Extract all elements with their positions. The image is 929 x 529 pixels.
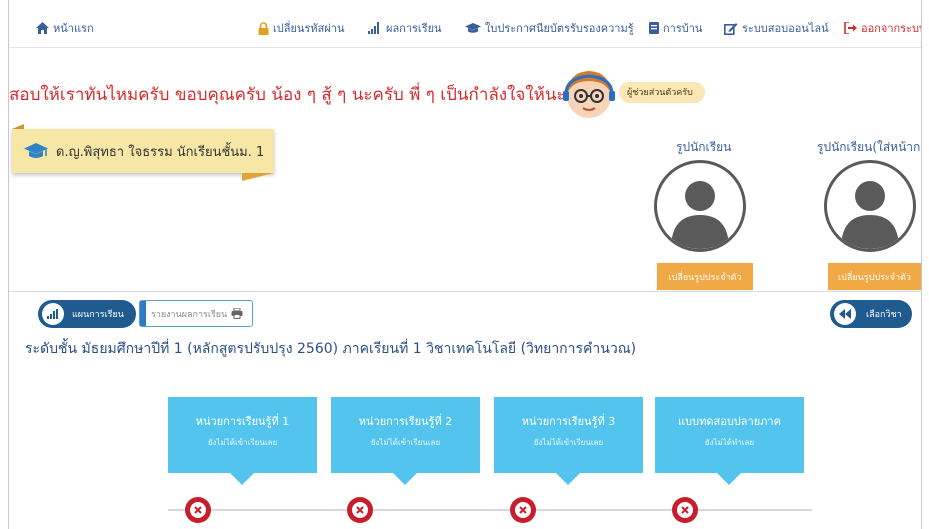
graduation-cap-icon (465, 22, 481, 33)
nav-logout-label: ออกจากระบบ (861, 22, 926, 35)
assistant-mascot-icon (563, 71, 615, 118)
unit-title: หน่วยการเรียนรู้ที่ 3 (521, 415, 616, 428)
rewind-icon (834, 303, 856, 325)
nav-change-password-label: เปลี่ยนรหัสผ่าน (273, 22, 345, 35)
home-icon (36, 22, 49, 34)
nav-certificate-label: ใบประกาศนียบัตรรับรองความรู้ (485, 22, 634, 35)
unit-title: หน่วยการเรียนรู้ที่ 1 (195, 415, 290, 428)
incomplete-status-icon (185, 497, 211, 523)
lock-icon (258, 21, 269, 35)
student-name: ด.ญ.พิสุทธา ใจธรรม นักเรียนชั้นม. 1 (56, 144, 265, 160)
nav-results[interactable]: ผลการเรียน (368, 19, 442, 37)
marquee-message: สอบให้เราทันไหมครับ ขอบคุณครับ น้อง ๆ สู… (9, 85, 597, 105)
incomplete-status-icon (672, 497, 698, 523)
nav-results-label: ผลการเรียน (386, 22, 442, 35)
change-masked-photo-button[interactable]: เปลี่ยนรูปประจำตัว (828, 263, 921, 290)
unit-status: ยังไม่ได้เข้าเรียนเลย (207, 438, 278, 447)
choose-subject-button[interactable]: เลือกวิชา (830, 300, 912, 328)
unit-title: แบบทดสอบปลายภาค (678, 415, 781, 428)
nav-home-label: หน้าแรก (53, 22, 94, 35)
assistant-speech-bubble: ผู้ช่วยส่วนตัวครับ (619, 82, 705, 103)
change-photo-button[interactable]: เปลี่ยนรูปประจำตัว (657, 263, 753, 290)
report-button[interactable]: รายงานผลการเรียน (139, 300, 253, 327)
unit-card-1[interactable]: หน่วยการเรียนรู้ที่ 1 ยังไม่ได้เข้าเรียน… (168, 397, 317, 485)
print-icon (231, 308, 243, 319)
nav-logout[interactable]: ออกจากระบบ (844, 19, 926, 37)
student-avatar (654, 160, 746, 252)
browser-frame-right (921, 0, 929, 529)
student-name-banner: ด.ญ.พิสุทธา ใจธรรม นักเรียนชั้นม. 1 (12, 129, 274, 173)
student-photo-title: รูปนักเรียน (676, 140, 732, 154)
masked-photo-title: รูปนักเรียน(ใส่หน้ากาก (817, 140, 929, 154)
nav-home[interactable]: หน้าแรก (36, 19, 94, 37)
browser-frame-left (0, 0, 9, 529)
nav-change-password[interactable]: เปลี่ยนรหัสผ่าน (258, 19, 344, 37)
nav-online-test[interactable]: ระบบสอบออนไลน์ (724, 19, 829, 37)
sign-out-icon (844, 22, 857, 34)
incomplete-status-icon (347, 497, 373, 523)
incomplete-status-icon (510, 497, 536, 523)
unit-timeline (168, 509, 812, 511)
section-divider (9, 291, 921, 292)
unit-title: หน่วยการเรียนรู้ที่ 2 (358, 415, 453, 428)
unit-card-3[interactable]: หน่วยการเรียนรู้ที่ 3 ยังไม่ได้เข้าเรียน… (494, 397, 643, 485)
unit-status: ยังไม่ได้เข้าเรียนเลย (370, 438, 441, 447)
nav-online-test-label: ระบบสอบออนไลน์ (742, 22, 829, 35)
user-silhouette-icon (841, 181, 899, 249)
unit-status: ยังไม่ได้ทำเลย (704, 438, 755, 447)
unit-card-final-exam[interactable]: แบบทดสอบปลายภาค ยังไม่ได้ทำเลย (655, 397, 804, 485)
edit-icon (724, 22, 738, 35)
nav-homework[interactable]: การบ้าน (649, 19, 702, 37)
nav-certificate[interactable]: ใบประกาศนียบัตรรับรองความรู้ (465, 19, 634, 37)
bar-chart-icon (42, 303, 64, 325)
book-icon (649, 22, 659, 34)
banner-ribbon (242, 173, 274, 181)
user-silhouette-icon (671, 181, 729, 249)
nav-homework-label: การบ้าน (663, 22, 703, 35)
top-navbar: หน้าแรก เปลี่ยนรหัสผ่าน ผลการเรียน ใบประ… (9, 0, 926, 48)
masked-avatar (824, 160, 916, 252)
unit-status: ยังไม่ได้เข้าเรียนเลย (533, 438, 604, 447)
course-title: ระดับชั้น มัธยมศึกษาปีที่ 1 (หลักสูตรปรั… (25, 341, 637, 357)
learning-map-button[interactable]: แผนการเรียน (38, 300, 136, 328)
graduation-cap-icon (24, 142, 48, 158)
report-label: รายงานผลการเรียน (151, 309, 228, 320)
unit-card-2[interactable]: หน่วยการเรียนรู้ที่ 2 ยังไม่ได้เข้าเรียน… (331, 397, 480, 485)
choose-subject-label: เลือกวิชา (866, 310, 902, 320)
bar-chart-icon (368, 22, 379, 34)
learning-map-label: แผนการเรียน (72, 310, 124, 320)
